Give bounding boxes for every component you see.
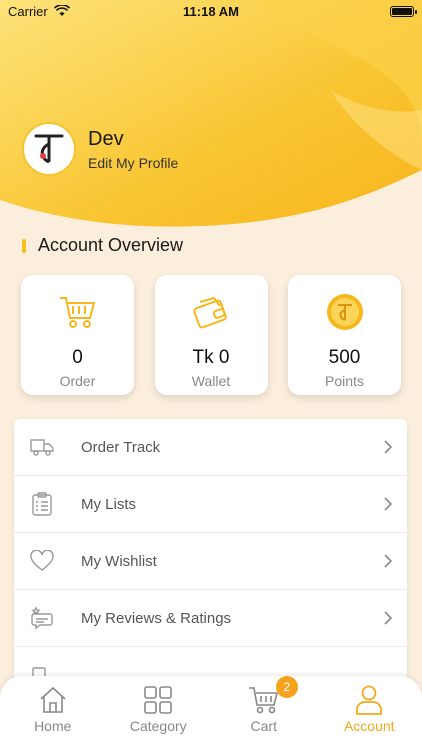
cart-icon bbox=[248, 684, 280, 716]
order-label: Order bbox=[59, 373, 96, 389]
tab-label: Cart bbox=[250, 718, 277, 734]
chevron-right-icon bbox=[384, 554, 393, 568]
heart-icon bbox=[30, 549, 54, 573]
coin-icon bbox=[325, 291, 365, 333]
menu-item-my-lists[interactable]: My Lists bbox=[14, 476, 407, 533]
header-background bbox=[0, 0, 422, 240]
menu-label: My Wishlist bbox=[81, 552, 157, 570]
status-bar: Carrier 11:18 AM bbox=[0, 0, 422, 22]
points-label: Points bbox=[325, 373, 364, 389]
points-card[interactable]: 500 Points bbox=[288, 275, 401, 395]
tab-label: Account bbox=[343, 718, 395, 734]
tab-cart[interactable]: Cart 2 bbox=[214, 676, 314, 734]
section-title: Account Overview bbox=[38, 235, 184, 255]
wallet-icon bbox=[190, 291, 232, 333]
menu-item-reviews-ratings[interactable]: My Reviews & Ratings bbox=[14, 590, 407, 647]
points-value: 500 bbox=[328, 347, 361, 368]
avatar[interactable] bbox=[22, 122, 76, 176]
wifi-icon bbox=[53, 5, 70, 16]
menu-label: Order Track bbox=[81, 438, 161, 456]
home-icon bbox=[38, 684, 68, 716]
cart-badge: 2 bbox=[275, 676, 298, 698]
tab-label: Category bbox=[129, 718, 187, 734]
chevron-right-icon bbox=[384, 440, 393, 454]
tab-category[interactable]: Category bbox=[108, 684, 208, 734]
order-count: 0 bbox=[72, 347, 83, 368]
grid-icon bbox=[143, 684, 173, 716]
menu-label: My Lists bbox=[81, 495, 137, 513]
cart-icon bbox=[58, 291, 98, 333]
carrier-label: Carrier bbox=[8, 3, 48, 19]
review-chat-icon bbox=[30, 606, 54, 630]
order-card[interactable]: 0 Order bbox=[21, 275, 134, 395]
section-header: Account Overview bbox=[22, 235, 183, 256]
battery-icon bbox=[390, 5, 417, 17]
brand-logo-icon bbox=[34, 134, 64, 164]
chevron-right-icon bbox=[384, 611, 393, 625]
chevron-right-icon bbox=[384, 497, 393, 511]
wallet-card[interactable]: Tk 0 Wallet bbox=[154, 275, 268, 395]
bottom-tab-bar: Home Category Cart 2 Account bbox=[0, 676, 422, 750]
menu-item-order-track[interactable]: Order Track bbox=[14, 419, 407, 476]
tab-account[interactable]: Account bbox=[319, 684, 419, 734]
account-menu: Order Track My Lists My Wishlist My Revi… bbox=[14, 419, 407, 681]
tab-label: Home bbox=[34, 718, 72, 734]
tab-home[interactable]: Home bbox=[3, 684, 103, 734]
overview-cards: 0 Order Tk 0 Wallet 500 Points bbox=[21, 275, 401, 395]
wallet-balance: Tk 0 bbox=[192, 347, 230, 368]
clipboard-list-icon bbox=[30, 492, 54, 516]
truck-icon bbox=[30, 435, 54, 459]
person-icon bbox=[354, 684, 384, 716]
menu-item-my-wishlist[interactable]: My Wishlist bbox=[14, 533, 407, 590]
profile-name: Dev bbox=[88, 127, 124, 150]
section-marker bbox=[22, 238, 26, 253]
edit-profile-link[interactable]: Edit My Profile bbox=[88, 155, 178, 171]
wallet-label: Wallet bbox=[191, 373, 231, 389]
profile-header[interactable]: Dev Edit My Profile bbox=[22, 122, 178, 176]
menu-label: My Reviews & Ratings bbox=[81, 609, 232, 627]
